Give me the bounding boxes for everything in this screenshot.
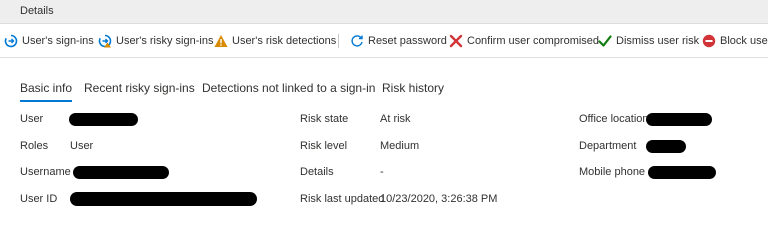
users-sign-ins-label: User's sign-ins <box>22 35 94 47</box>
refresh-icon <box>350 34 364 48</box>
toolbar-divider <box>338 34 339 48</box>
department-label: Department <box>579 140 637 152</box>
risk-level-value: Medium <box>380 140 420 152</box>
warning-icon <box>214 34 228 48</box>
tab-risk-history[interactable]: Risk history <box>382 80 444 100</box>
block-user-button[interactable]: Block user <box>702 32 768 50</box>
risk-last-updated-value: 10/23/2020, 3:26:38 PM <box>380 193 498 205</box>
sign-ins-icon <box>4 34 18 48</box>
block-user-label: Block user <box>720 35 768 47</box>
x-icon <box>449 34 463 48</box>
mobile-phone-label: Mobile phone <box>579 166 646 178</box>
risky-sign-ins-icon <box>98 34 112 48</box>
reset-password-label: Reset password <box>368 35 447 47</box>
users-risky-sign-ins-button[interactable]: User's risky sign-ins <box>98 32 213 50</box>
risk-last-updated-label: Risk last updated <box>300 193 385 205</box>
dismiss-user-risk-label: Dismiss user risk <box>616 35 700 47</box>
tab-basic-info[interactable]: Basic info <box>20 80 73 102</box>
reset-password-button[interactable]: Reset password <box>350 32 447 50</box>
username-value-redacted <box>73 166 169 179</box>
users-risk-detections-button[interactable]: User's risk detections <box>214 32 336 50</box>
users-sign-ins-button[interactable]: User's sign-ins <box>4 32 94 50</box>
dismiss-user-risk-button[interactable]: Dismiss user risk <box>598 32 699 50</box>
user-label: User <box>20 113 44 125</box>
tab-detections-not-linked[interactable]: Detections not linked to a sign-in <box>202 80 375 100</box>
department-value-redacted <box>646 140 686 153</box>
risk-state-label: Risk state <box>300 113 349 125</box>
roles-label: Roles <box>20 140 49 152</box>
user-id-value-redacted <box>70 192 257 206</box>
details-value: - <box>380 166 384 178</box>
details-label: Details <box>300 166 334 178</box>
block-icon <box>702 34 716 48</box>
panel-header: Details <box>0 0 768 24</box>
risk-state-value: At risk <box>380 113 411 125</box>
users-risk-detections-label: User's risk detections <box>232 35 337 47</box>
user-value-redacted <box>69 113 138 126</box>
roles-value: User <box>70 140 94 152</box>
user-id-label: User ID <box>20 193 58 205</box>
users-risky-sign-ins-label: User's risky sign-ins <box>116 35 214 47</box>
risk-level-label: Risk level <box>300 140 348 152</box>
mobile-phone-value-redacted <box>648 166 716 179</box>
confirm-user-compromised-label: Confirm user compromised <box>467 35 600 47</box>
office-location-label: Office location <box>579 113 649 125</box>
tab-recent-risky-sign-ins[interactable]: Recent risky sign-ins <box>84 80 195 100</box>
confirm-user-compromised-button[interactable]: Confirm user compromised <box>449 32 599 50</box>
toolbar: User's sign-ins User's risky sign-ins Us… <box>0 24 768 58</box>
panel-title: Details <box>20 5 54 17</box>
office-location-value-redacted <box>646 113 712 126</box>
checkmark-icon <box>598 34 612 48</box>
username-label: Username <box>20 166 71 178</box>
